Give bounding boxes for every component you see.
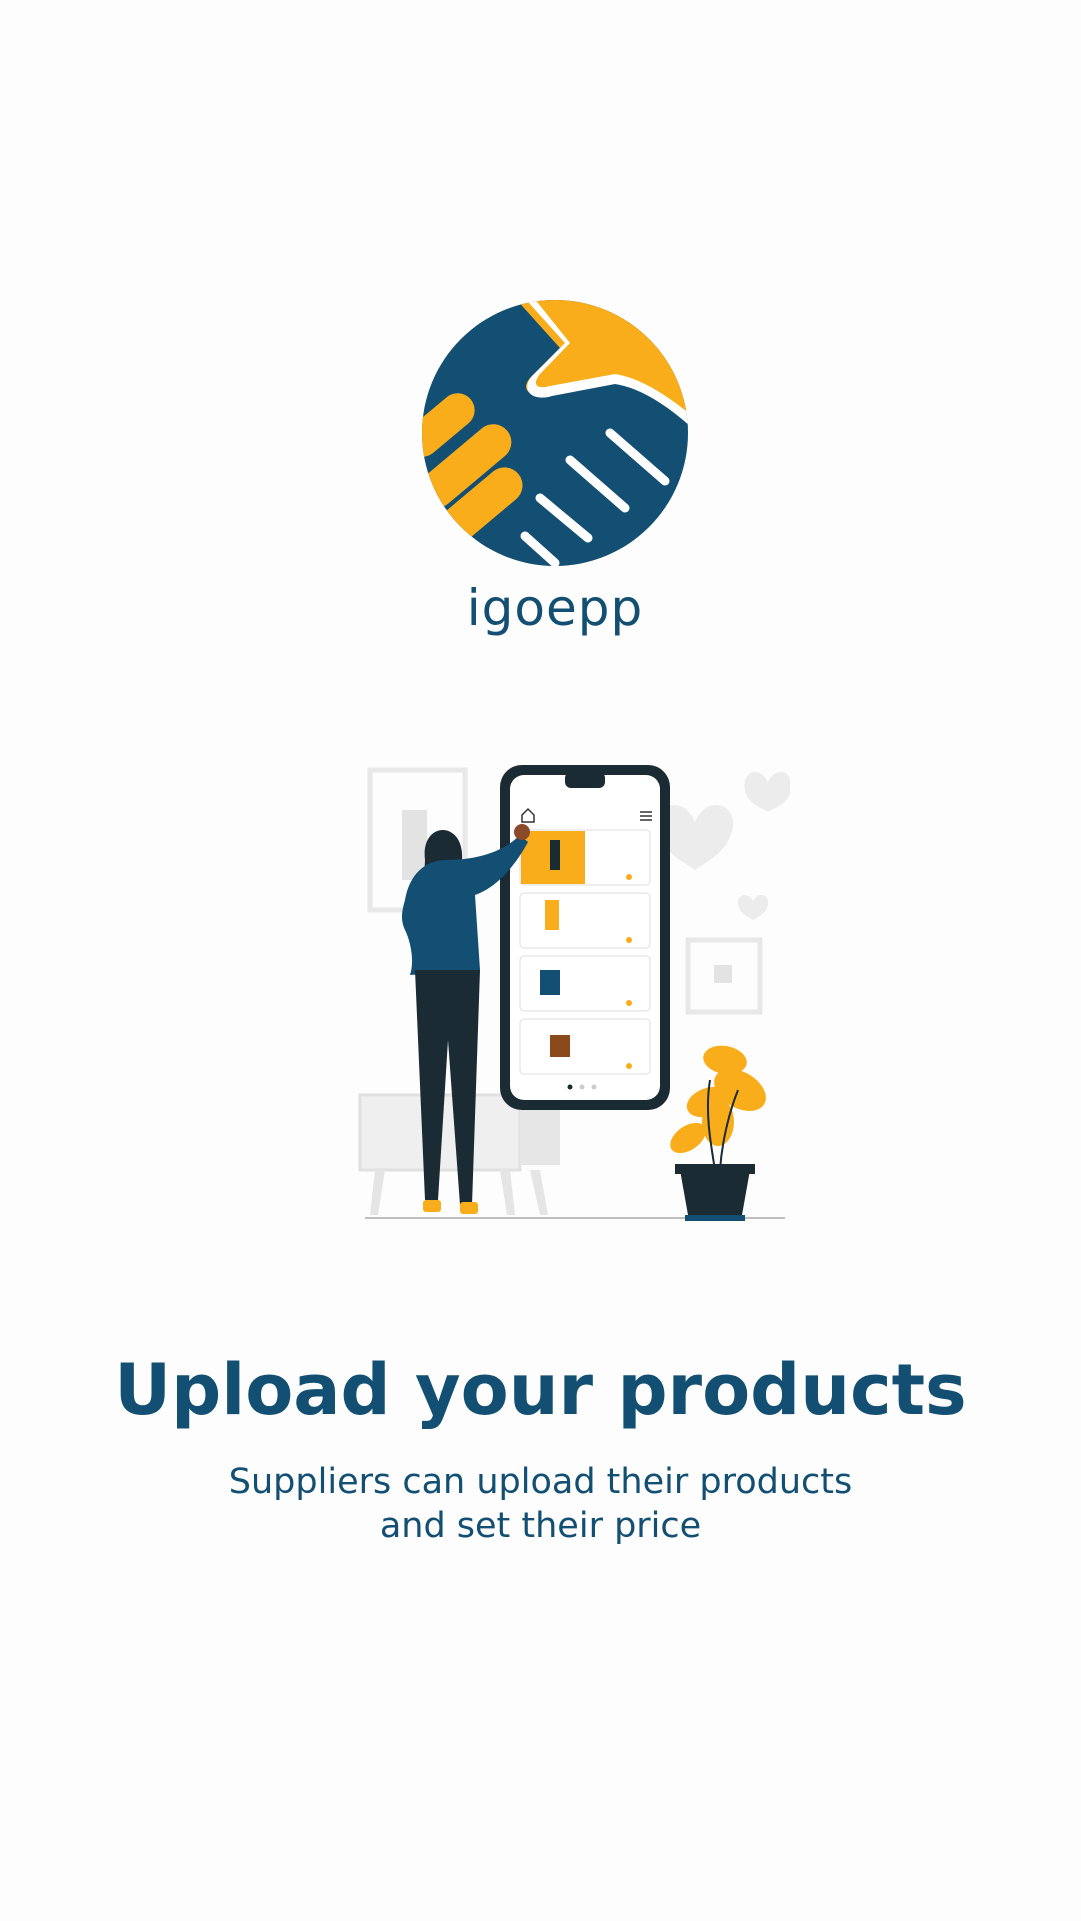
onboarding-subtitle: Suppliers can upload their products and … [0, 1460, 1081, 1548]
subtitle-line-2: and set their price [379, 1506, 702, 1546]
woman-browsing-shop-app-illustration [358, 765, 790, 1221]
heart-decoration [656, 772, 790, 920]
potted-plant [670, 1045, 766, 1221]
onboarding-screen: igoepp Upload your products Suppliers ca… [0, 0, 1081, 1921]
phone-mockup [500, 765, 670, 1110]
subtitle-line-1: Suppliers can upload their products [228, 1462, 853, 1502]
handshake-logo-icon [422, 300, 688, 566]
onboarding-title: Upload your products [114, 1349, 967, 1431]
brand-name: igoepp [466, 579, 644, 637]
